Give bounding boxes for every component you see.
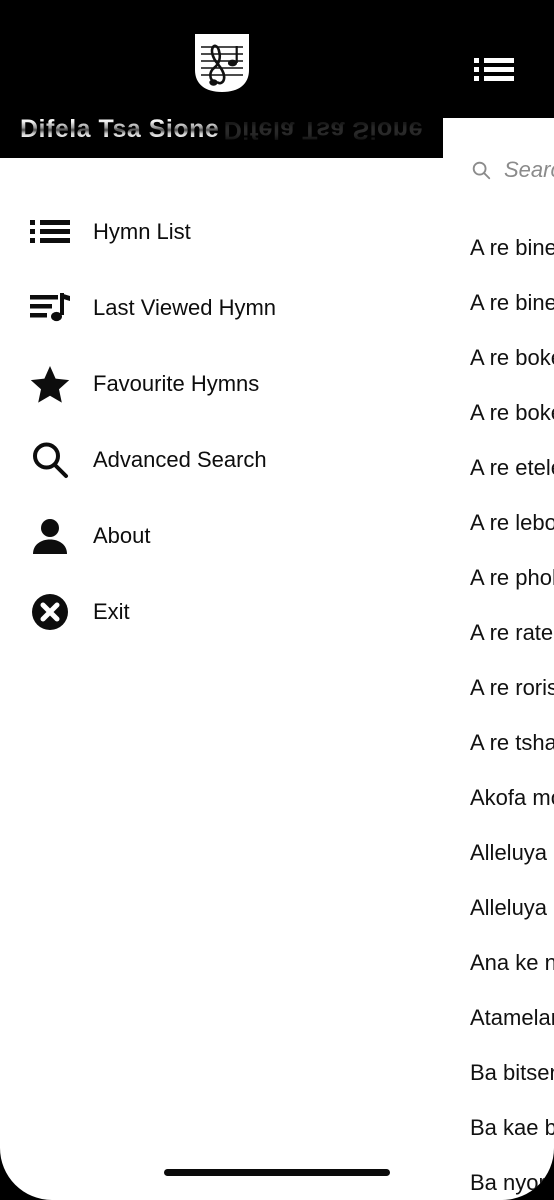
list-item[interactable]: A re lebo [470,495,554,550]
playlist-music-icon [29,287,71,329]
brand-title-reflection: Difela Tsa Sione [223,116,423,144]
drawer-header: Difela Tsa Sione Difela Tsa Sione [0,0,443,158]
search-bar[interactable]: Search [443,150,554,190]
hymn-list[interactable]: A re bine A re bine A re boke A re boke … [470,220,554,1200]
music-staff-shield-icon [191,32,253,94]
list-item[interactable]: Ana ke n [470,935,554,990]
search-input[interactable]: Search [504,157,554,183]
list-item[interactable]: A re bine [470,275,554,330]
phone-screen: Search A re bine A re bine A re boke A r… [0,0,554,1200]
bulleted-list-icon [29,211,71,253]
list-item[interactable]: A re tsha [470,715,554,770]
list-item[interactable]: Ba nyori [470,1155,554,1200]
hymn-list-screen: Search A re bine A re bine A re boke A r… [443,118,554,1200]
person-icon [29,515,71,557]
sidebar-item-exit[interactable]: Exit [0,574,443,650]
sidebar-item-advanced-search[interactable]: Advanced Search [0,422,443,498]
sidebar-item-label: Advanced Search [93,447,267,472]
list-item[interactable]: A re roris [470,660,554,715]
list-item[interactable]: A re etele [470,440,554,495]
drawer-menu: Hymn List Last Viewed Hymn Favourite Hym… [0,194,443,650]
list-menu-icon[interactable] [474,55,514,85]
list-item[interactable]: A re rate [470,605,554,660]
close-circle-icon [29,591,71,633]
list-item[interactable]: Akofa mo [470,770,554,825]
home-gesture-bar[interactable] [164,1169,390,1176]
list-item[interactable]: Ba bitsen [470,1045,554,1100]
sidebar-item-favourite-hymns[interactable]: Favourite Hymns [0,346,443,422]
app-bar [443,0,554,118]
sidebar-item-about[interactable]: About [0,498,443,574]
sidebar-item-label: About [93,523,151,548]
navigation-drawer: Difela Tsa Sione Difela Tsa Sione Hymn L [0,0,443,1200]
sidebar-item-label: Hymn List [93,219,191,244]
sidebar-item-label: Exit [93,599,130,624]
sidebar-item-label: Favourite Hymns [93,371,260,396]
sidebar-item-hymn-list[interactable]: Hymn List [0,194,443,270]
list-item[interactable]: Alleluya a [470,825,554,880]
star-icon [29,363,71,405]
sidebar-item-label: Last Viewed Hymn [93,295,277,320]
list-item[interactable]: Ba kae b [470,1100,554,1155]
list-item[interactable]: A re phol [470,550,554,605]
magnifier-icon [29,439,71,481]
search-icon [470,159,492,181]
list-item[interactable]: A re boke [470,330,554,385]
list-item[interactable]: A re boke [470,385,554,440]
page-title: Difela Tsa Sione [20,115,220,143]
brand-title-block: Difela Tsa Sione Difela Tsa Sione [0,115,443,144]
list-item[interactable]: Atamelan [470,990,554,1045]
list-item[interactable]: Alleluya l [470,880,554,935]
sidebar-item-last-viewed-hymn[interactable]: Last Viewed Hymn [0,270,443,346]
list-item[interactable]: A re bine [470,220,554,275]
